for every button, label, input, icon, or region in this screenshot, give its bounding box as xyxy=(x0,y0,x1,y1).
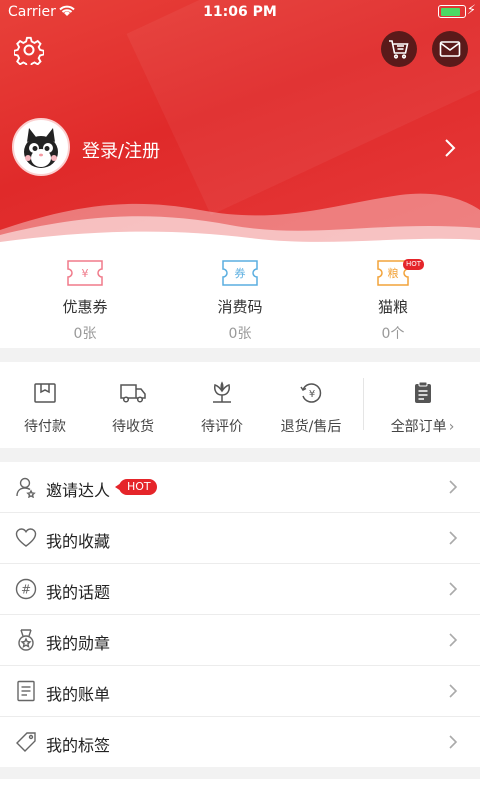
divider xyxy=(363,378,364,430)
battery-level xyxy=(440,7,461,16)
stat-label: 消费码 xyxy=(217,298,263,316)
chevron-right-icon xyxy=(449,684,458,698)
chevron-right-icon xyxy=(449,735,458,749)
header-wave xyxy=(0,193,480,250)
stat-label: 优惠券 xyxy=(62,298,108,316)
chevron-right-icon[interactable] xyxy=(443,138,457,158)
refund-icon: ¥ xyxy=(300,383,322,403)
hot-badge: HOT xyxy=(115,479,157,495)
messages-button[interactable] xyxy=(432,31,468,67)
orders-section: 待付款 待收货 待评价 ¥ 退货/售后 全部订单 › xyxy=(0,362,480,448)
menu-item-label: 我的账单 xyxy=(46,685,111,704)
stat-value: 0张 xyxy=(73,326,97,342)
profile-header: Carrier 11:06 PM ⚡ 登录/注册 xyxy=(0,0,480,250)
voucher-icon-symbol: 券 xyxy=(235,266,246,280)
stat-value: 0张 xyxy=(228,326,252,342)
menu-item-favorites[interactable]: 我的收藏 xyxy=(0,513,480,564)
tag-icon xyxy=(16,732,36,752)
menu-item-label: 我的收藏 xyxy=(46,532,111,551)
menu-list: 邀请达人 HOT 我的收藏 # 我的话题 我的勋章 我的账单 我的标签 xyxy=(0,462,480,767)
coupon-icon-symbol: ¥ xyxy=(82,267,89,280)
order-label: 待评价 xyxy=(201,419,243,435)
invite-user-icon xyxy=(16,477,36,498)
hashtag-icon-symbol: # xyxy=(21,583,31,597)
mail-icon xyxy=(439,41,461,57)
menu-item-bills[interactable]: 我的账单 xyxy=(0,666,480,717)
order-label: 退货/售后 xyxy=(280,419,342,435)
chevron-right-icon xyxy=(449,531,458,545)
heart-icon xyxy=(15,528,37,547)
avatar[interactable] xyxy=(12,118,70,176)
voucher-stat[interactable]: 券 消费码 0张 xyxy=(160,258,320,343)
hashtag-icon: # xyxy=(15,578,37,600)
next-section xyxy=(0,779,480,800)
menu-item-label: 我的标签 xyxy=(46,736,111,755)
order-label: 待收货 xyxy=(112,419,154,435)
coupon-stat[interactable]: ¥ 优惠券 0张 xyxy=(5,258,165,343)
medal-icon xyxy=(18,629,34,651)
order-refund[interactable]: ¥ 退货/售后 xyxy=(266,380,356,436)
chevron-right-icon: › xyxy=(448,419,455,435)
all-orders-label: 全部订单 xyxy=(390,419,447,435)
menu-item-label: 我的勋章 xyxy=(46,634,111,653)
clipboard-icon xyxy=(414,381,431,403)
chevron-right-icon xyxy=(449,582,458,596)
order-awaiting-delivery[interactable]: 待收货 xyxy=(88,380,178,436)
menu-item-invite[interactable]: 邀请达人 HOT xyxy=(0,462,480,513)
stat-label: 猫粮 xyxy=(377,298,408,316)
chevron-right-icon xyxy=(449,480,458,494)
stat-value: 0个 xyxy=(381,326,405,342)
refund-icon-symbol: ¥ xyxy=(309,389,315,400)
order-label: 待付款 xyxy=(24,419,66,435)
status-bar: Carrier 11:06 PM ⚡ xyxy=(0,0,480,24)
pending-payment-icon xyxy=(34,383,56,403)
chevron-right-icon xyxy=(449,633,458,647)
cart-icon xyxy=(389,40,409,59)
menu-item-tags[interactable]: 我的标签 xyxy=(0,717,480,768)
hot-badge: HOT xyxy=(403,259,425,270)
cat-food-stat[interactable]: 粮 猫粮 0个 xyxy=(313,258,473,343)
voucher-icon: 券 xyxy=(222,260,258,286)
battery-icon xyxy=(438,5,466,18)
settings-icon[interactable] xyxy=(14,35,44,65)
menu-item-label: 邀请达人 xyxy=(46,481,111,500)
review-icon xyxy=(213,381,231,403)
truck-icon xyxy=(120,384,146,403)
status-time: 11:06 PM xyxy=(203,4,277,20)
cart-button[interactable] xyxy=(381,31,417,67)
menu-item-topics[interactable]: # 我的话题 xyxy=(0,564,480,615)
cat-food-icon-symbol: 粮 xyxy=(388,266,399,280)
all-orders-button[interactable]: 全部订单 › xyxy=(365,380,480,436)
bill-icon xyxy=(17,680,35,702)
login-register-link[interactable]: 登录/注册 xyxy=(82,137,160,163)
menu-item-label: 我的话题 xyxy=(46,583,111,602)
charging-icon: ⚡ xyxy=(466,3,476,18)
menu-item-medals[interactable]: 我的勋章 xyxy=(0,615,480,666)
cat-avatar-icon xyxy=(24,128,58,168)
coupon-icon: ¥ xyxy=(67,260,103,286)
order-pending-payment[interactable]: 待付款 xyxy=(0,380,90,436)
order-to-review[interactable]: 待评价 xyxy=(177,380,267,436)
header-shade xyxy=(126,0,480,216)
